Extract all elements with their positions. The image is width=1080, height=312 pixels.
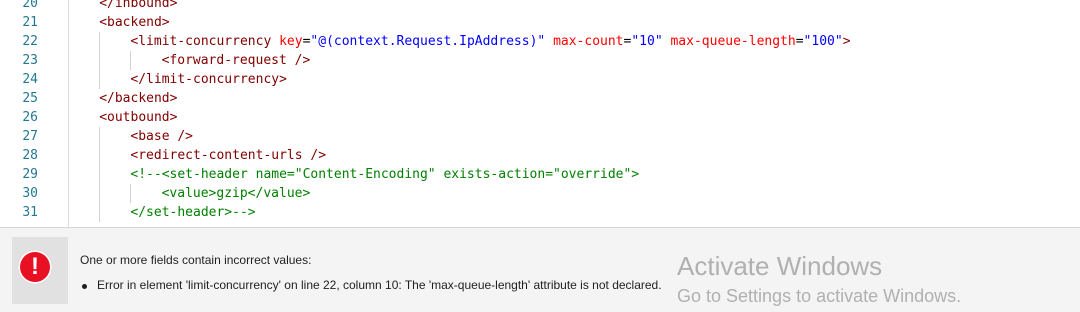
code-text: </backend> bbox=[99, 89, 177, 108]
code-token: </backend> bbox=[99, 91, 178, 106]
code-line[interactable]: 22 <limit-concurrency key = "@(context.Requ… bbox=[0, 32, 1080, 51]
indent-guide bbox=[99, 51, 101, 70]
code-editor[interactable]: 20 </inbound> 21 <backend> 22 <limit-concurre… bbox=[0, 0, 1080, 227]
line-number: 26 bbox=[22, 110, 38, 125]
code-text: <!--<set-header name="Content-Encoding" … bbox=[130, 165, 639, 184]
code-token: "@(context.Request.IpAddress)" bbox=[310, 34, 546, 49]
code-line[interactable]: 21 <backend> bbox=[0, 13, 1080, 32]
code-token: </set-header>--> bbox=[130, 205, 256, 220]
code-token: <!--<set-header name="Content-Encoding" … bbox=[130, 167, 640, 182]
code-text: <forward-request /> bbox=[162, 51, 311, 70]
code-token: > bbox=[842, 34, 851, 49]
error-item: Error in element 'limit-concurrency' on … bbox=[80, 278, 662, 292]
code-line[interactable]: 27 <base /> bbox=[0, 127, 1080, 146]
line-number: 23 bbox=[22, 53, 38, 68]
indent-guide bbox=[99, 184, 101, 203]
error-list: Error in element 'limit-concurrency' on … bbox=[80, 278, 662, 292]
code-text: <outbound> bbox=[99, 108, 177, 127]
code-text: </set-header>--> bbox=[130, 203, 255, 222]
code-token: = bbox=[795, 34, 804, 49]
code-token: max-queue-length bbox=[670, 34, 796, 49]
code-line[interactable]: 29 <!--<set-header name="Content-Encoding… bbox=[0, 165, 1080, 184]
code-token: <value>gzip</value> bbox=[161, 186, 311, 201]
code-line[interactable]: 25 </backend> bbox=[0, 89, 1080, 108]
indent-guide bbox=[99, 70, 101, 89]
line-number: 29 bbox=[22, 167, 38, 182]
line-number: 28 bbox=[22, 148, 38, 163]
line-number: 24 bbox=[22, 72, 38, 87]
line-number: 21 bbox=[22, 15, 38, 30]
code-line[interactable]: 23 <forward-request /> bbox=[0, 51, 1080, 70]
code-text: <value>gzip</value> bbox=[162, 184, 311, 203]
line-number: 25 bbox=[22, 91, 38, 106]
code-token: "100" bbox=[803, 34, 843, 49]
code-token: <backend> bbox=[99, 15, 170, 30]
indent-guide bbox=[99, 165, 101, 184]
code-text: </limit-concurrency> bbox=[130, 70, 287, 89]
code-line[interactable]: 26 <outbound> bbox=[0, 108, 1080, 127]
line-number: 22 bbox=[22, 34, 38, 49]
code-text: <backend> bbox=[99, 13, 169, 32]
code-text: <base /> bbox=[130, 127, 193, 146]
code-token: key bbox=[279, 34, 303, 49]
line-number: 31 bbox=[22, 205, 38, 220]
indent-guide bbox=[99, 32, 101, 51]
indent-guide bbox=[99, 127, 101, 146]
code-token: "10" bbox=[631, 34, 663, 49]
code-line[interactable]: 24 </limit-concurrency> bbox=[0, 70, 1080, 89]
code-token: <limit-concurrency bbox=[130, 34, 280, 49]
line-number: 27 bbox=[22, 129, 38, 144]
code-token: <redirect-content-urls /> bbox=[130, 148, 327, 163]
line-number: 20 bbox=[22, 0, 38, 11]
code-line[interactable]: 20 </inbound> bbox=[0, 0, 1080, 13]
code-line[interactable]: 30 <value>gzip</value> bbox=[0, 184, 1080, 203]
code-token: <outbound> bbox=[99, 110, 178, 125]
code-token: max-count bbox=[553, 34, 624, 49]
code-token: <base /> bbox=[130, 129, 194, 144]
code-text: </inbound> bbox=[99, 0, 177, 13]
code-token: <forward-request /> bbox=[161, 53, 311, 68]
line-number: 30 bbox=[22, 186, 38, 201]
error-title: One or more fields contain incorrect val… bbox=[80, 253, 312, 267]
indent-guide bbox=[130, 51, 132, 70]
indent-guide bbox=[99, 203, 101, 222]
indent-guide bbox=[99, 146, 101, 165]
code-text: <redirect-content-urls /> bbox=[130, 146, 326, 165]
code-line[interactable]: 31 </set-header>--> bbox=[0, 203, 1080, 222]
code-text: <limit-concurrency key = "@(context.Reques… bbox=[130, 32, 850, 51]
code-line[interactable]: 28 <redirect-content-urls /> bbox=[0, 146, 1080, 165]
code-token: </inbound> bbox=[99, 0, 178, 11]
indent-guide bbox=[130, 184, 132, 203]
error-icon: ! bbox=[18, 250, 52, 284]
validation-error-panel: ! One or more fields contain incorrect v… bbox=[0, 227, 1080, 312]
code-token: </limit-concurrency> bbox=[130, 72, 287, 87]
